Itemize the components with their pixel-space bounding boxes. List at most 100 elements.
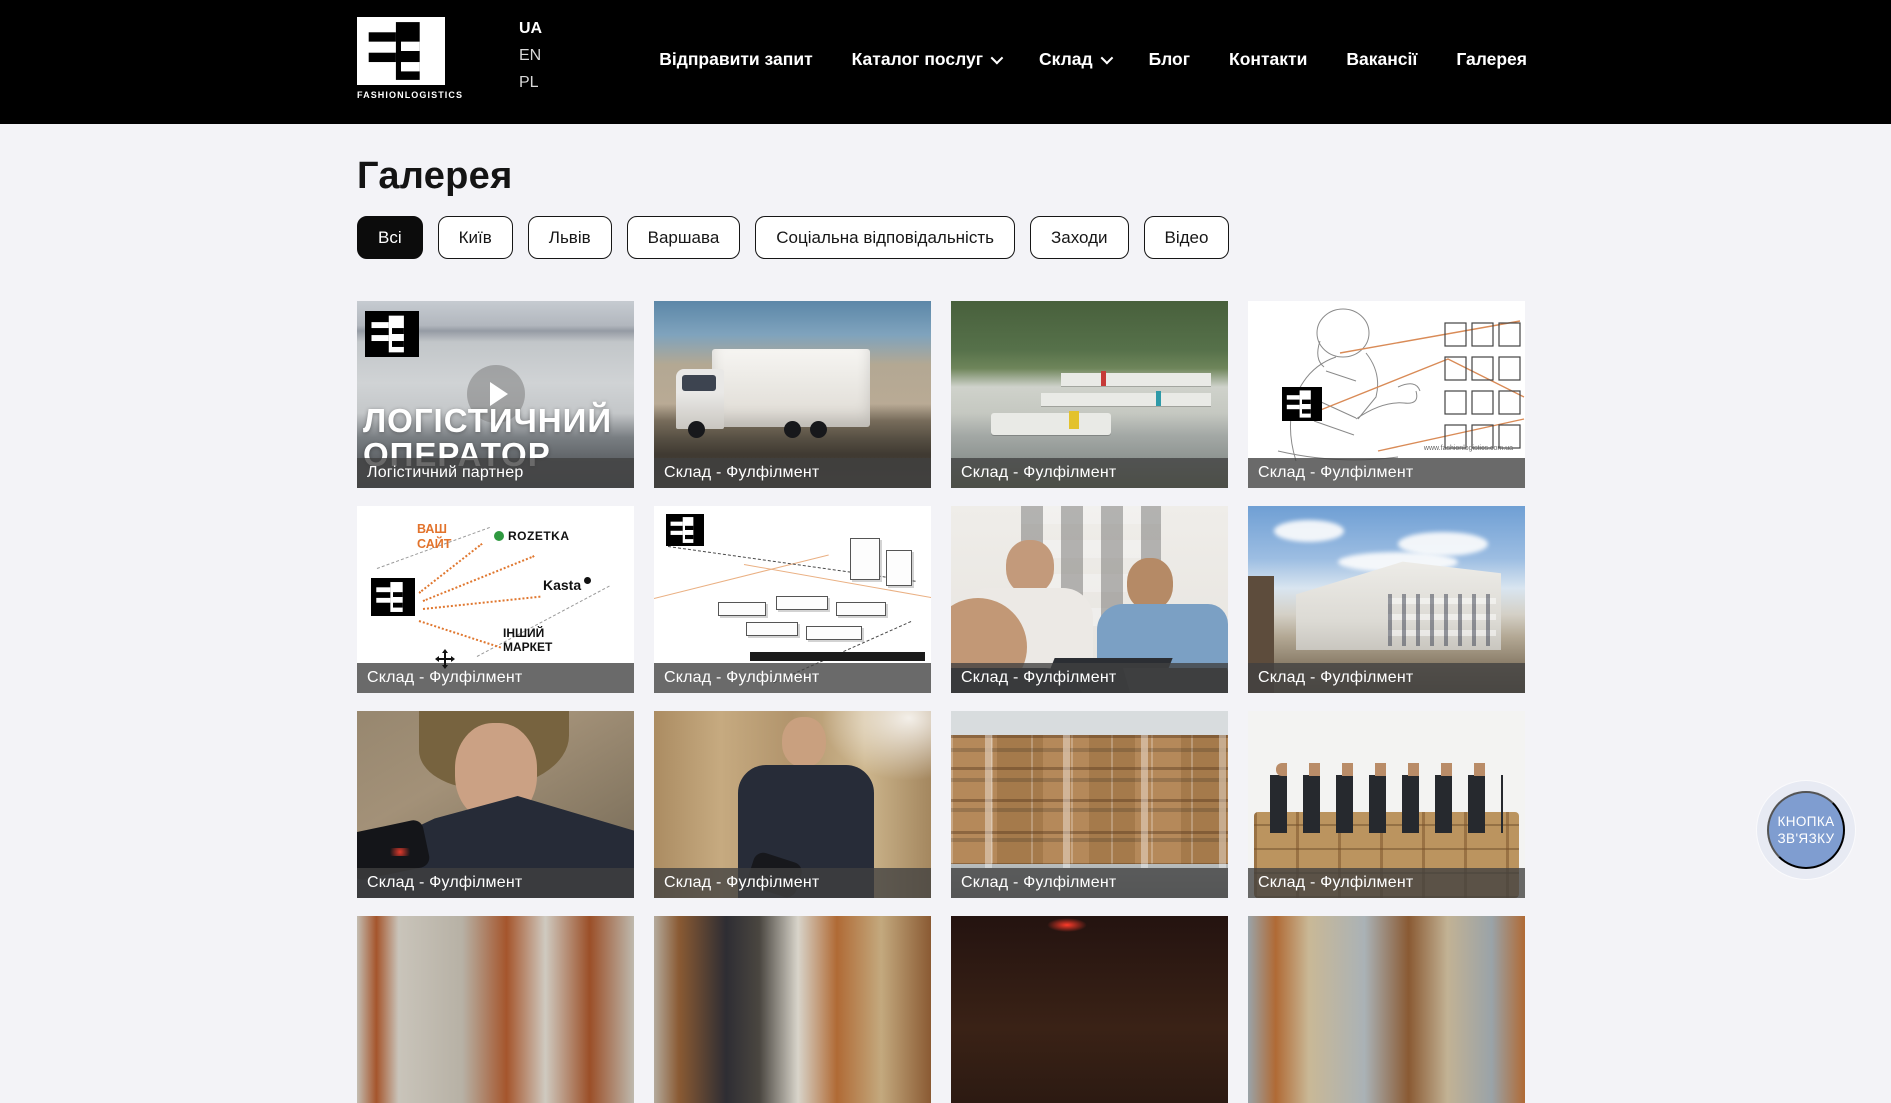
- card-caption: Склад - Фулфілмент: [1248, 458, 1525, 488]
- plan-shelf: [776, 596, 828, 610]
- contact-button-line1: КНОПКА: [1777, 813, 1834, 830]
- filter-lviv[interactable]: Львів: [528, 216, 612, 259]
- chevron-down-icon: [991, 51, 1004, 64]
- overlay-line1: ЛОГІСТИЧНИЙ: [363, 404, 612, 438]
- diagram-arrow: [423, 596, 541, 610]
- lang-en[interactable]: EN: [519, 47, 542, 65]
- plan-shelf: [746, 622, 798, 636]
- nav-blog[interactable]: Блог: [1149, 49, 1190, 70]
- truck-wheel: [688, 421, 705, 438]
- gallery-card[interactable]: Склад - Фулфілмент: [654, 301, 931, 488]
- gallery-card-video[interactable]: ЛОГІСТИЧНИЙ ОПЕРАТОР Логістичний партнер: [357, 301, 634, 488]
- person: [1127, 558, 1173, 610]
- nav-label: Склад: [1039, 49, 1093, 70]
- language-switcher: UA EN PL: [519, 20, 542, 92]
- card-caption: Склад - Фулфілмент: [951, 458, 1228, 488]
- diagram-line: [654, 554, 829, 599]
- nav-gallery[interactable]: Галерея: [1456, 49, 1527, 70]
- gallery-card[interactable]: Склад - Фулфілмент: [654, 506, 931, 693]
- diagram-arrow: [423, 555, 535, 602]
- team-members: [1276, 763, 1497, 776]
- gallery-card-partial[interactable]: [1248, 916, 1525, 1103]
- fashionlogistics-logo-icon: [666, 514, 704, 546]
- gallery-card[interactable]: Склад - Фулфілмент: [1248, 711, 1525, 898]
- truck-wheel: [784, 421, 801, 438]
- nav-label: Вакансії: [1346, 49, 1417, 70]
- building-windows: [1388, 594, 1496, 646]
- truck-cab: [676, 369, 724, 429]
- nav-label: Каталог послуг: [852, 49, 983, 70]
- aerial-accent: [1101, 371, 1106, 386]
- card-caption: Склад - Фулфілмент: [357, 663, 634, 693]
- fashionlogistics-logo-icon: [357, 17, 445, 85]
- gallery-card[interactable]: Склад - Фулфілмент: [357, 711, 634, 898]
- diagram-label-other-market: ІНШИЙ МАРКЕТ: [503, 626, 573, 654]
- gallery-card-partial[interactable]: [654, 916, 931, 1103]
- red-light: [1047, 918, 1087, 932]
- fashionlogistics-logo-icon: [365, 311, 419, 357]
- gallery-card[interactable]: Склад - Фулфілмент: [1248, 506, 1525, 693]
- diagram-arrow: [419, 620, 501, 648]
- header: FASHIONLOGISTICS UA EN PL Відправити зап…: [0, 0, 1891, 124]
- nav-label: Відправити запит: [659, 49, 812, 70]
- card-caption: Склад - Фулфілмент: [357, 868, 634, 898]
- filter-kyiv[interactable]: Київ: [438, 216, 513, 259]
- contact-button-line2: ЗВ'ЯЗКУ: [1777, 830, 1834, 847]
- gallery-card[interactable]: Склад - Фулфілмент: [951, 711, 1228, 898]
- gallery-grid: ЛОГІСТИЧНИЙ ОПЕРАТОР Логістичний партнер…: [357, 301, 1527, 1103]
- plan-cabinet: [850, 538, 880, 580]
- nav-label: Блог: [1149, 49, 1190, 70]
- aerial-accent: [1156, 391, 1161, 406]
- aerial-building: [991, 413, 1111, 435]
- gallery-card[interactable]: Склад - Фулфілмент: [654, 711, 931, 898]
- nav-services-catalog[interactable]: Каталог послуг: [852, 49, 1000, 70]
- nav-warehouse[interactable]: Склад: [1039, 49, 1110, 70]
- gallery-card[interactable]: ВАШ САЙТ ROZETKA Kasta ІНШИЙ МАРКЕТ Скла…: [357, 506, 634, 693]
- truck-wheel: [810, 421, 827, 438]
- scanner-laser: [387, 848, 413, 856]
- aerial-building: [1061, 373, 1211, 386]
- fashionlogistics-logo-icon: [371, 578, 415, 616]
- card-caption: Склад - Фулфілмент: [654, 868, 931, 898]
- truck-trailer: [712, 349, 870, 427]
- gallery-filters: Всі Київ Львів Варшава Соціальна відпові…: [357, 216, 1229, 259]
- person: [1006, 540, 1054, 594]
- card-caption: Склад - Фулфілмент: [951, 663, 1228, 693]
- nav-send-request[interactable]: Відправити запит: [659, 49, 812, 70]
- logo[interactable]: FASHIONLOGISTICS: [357, 17, 447, 100]
- filter-events[interactable]: Заходи: [1030, 216, 1129, 259]
- lang-pl[interactable]: PL: [519, 74, 542, 92]
- gallery-card-partial[interactable]: [357, 916, 634, 1103]
- brand-text: FASHIONLOGISTICS: [357, 90, 447, 100]
- gallery-card[interactable]: www.fashionlogistics.com.ua Склад - Фулф…: [1248, 301, 1525, 488]
- nav-vacancies[interactable]: Вакансії: [1346, 49, 1417, 70]
- lang-ua[interactable]: UA: [519, 20, 542, 38]
- card-caption: Склад - Фулфілмент: [654, 458, 931, 488]
- plan-shelf: [836, 602, 886, 616]
- filter-all[interactable]: Всі: [357, 216, 423, 259]
- gallery-card[interactable]: Склад - Фулфілмент: [951, 506, 1228, 693]
- gallery-card[interactable]: Склад - Фулфілмент: [951, 301, 1228, 488]
- page-title: Галерея: [357, 155, 513, 198]
- plan-cabinet: [886, 550, 912, 586]
- filter-video[interactable]: Відео: [1144, 216, 1230, 259]
- card-caption: Склад - Фулфілмент: [1248, 868, 1525, 898]
- website-url: www.fashionlogistics.com.ua: [1424, 445, 1513, 452]
- aerial-accent: [1069, 411, 1079, 429]
- plan-conveyor: [750, 652, 925, 661]
- team-members: [1270, 775, 1503, 833]
- diagram-label-rozetka: ROZETKA: [494, 529, 570, 543]
- cloud: [1274, 520, 1344, 542]
- filter-warsaw[interactable]: Варшава: [627, 216, 741, 259]
- contact-button[interactable]: КНОПКА ЗВ'ЯЗКУ: [1767, 791, 1845, 869]
- diagram-label-your-site: ВАШ САЙТ: [417, 522, 461, 552]
- box-labels: [951, 735, 1228, 868]
- card-caption: Склад - Фулфілмент: [951, 868, 1228, 898]
- nav-contacts[interactable]: Контакти: [1229, 49, 1307, 70]
- aerial-building: [1041, 393, 1211, 406]
- chevron-down-icon: [1100, 51, 1113, 64]
- plan-shelf: [806, 626, 862, 640]
- gallery-card-partial[interactable]: [951, 916, 1228, 1103]
- plan-shelf: [718, 602, 766, 616]
- filter-social-responsibility[interactable]: Соціальна відповідальність: [755, 216, 1015, 259]
